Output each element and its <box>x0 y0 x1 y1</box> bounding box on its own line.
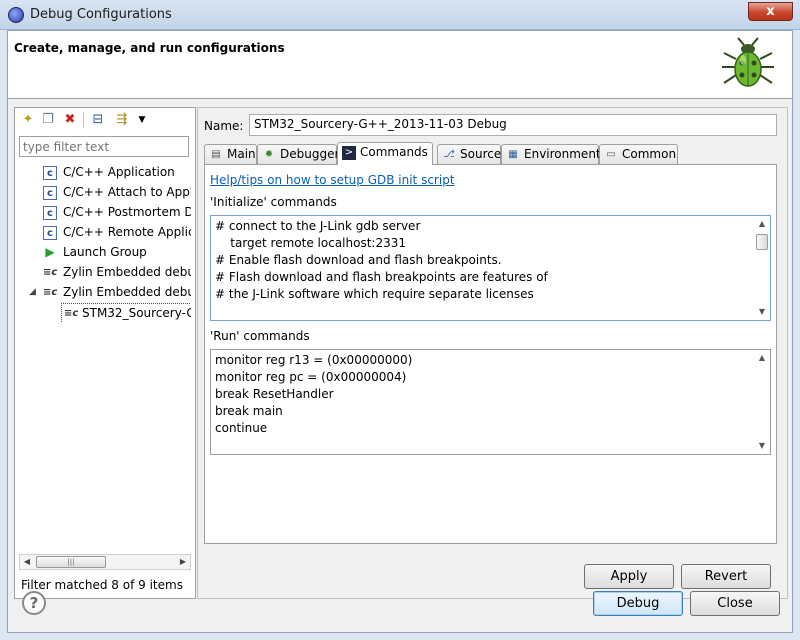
config-tabs: ▤ Main ✹ Debugger > Commands ⎇ Source ▦ Envir… <box>204 142 777 165</box>
window-close-button[interactable]: x <box>748 2 793 21</box>
init-vertical-scrollbar[interactable]: ▲ ▼ <box>754 216 770 320</box>
scroll-down-icon[interactable]: ▼ <box>754 439 770 453</box>
scroll-down-icon[interactable]: ▼ <box>754 305 770 319</box>
c-config-icon: c <box>43 225 57 240</box>
run-line: break ResetHandler <box>215 387 334 401</box>
tree-item-cpp-application[interactable]: c C/C++ Application <box>43 163 191 182</box>
source-tab-icon: ⎇ <box>443 148 455 160</box>
configuration-list-panel: ✦ ❐ ✖ ⊟ ⇶ ▼ cC/C++ Application cC/C++ At… <box>14 107 196 599</box>
environment-tab-icon: ▦ <box>508 148 518 160</box>
expand-twisty-icon[interactable]: ◢ <box>29 287 36 297</box>
debug-button[interactable]: Debug <box>593 591 683 616</box>
dialog-client: Create, manage, and run configurations ✦… <box>7 30 793 633</box>
run-line: continue <box>215 421 268 435</box>
run-line: monitor reg r13 = (0x00000000) <box>215 353 413 367</box>
scroll-thumb[interactable]: ||| <box>36 556 106 568</box>
init-line: # Flash download and flash breakpoints a… <box>215 270 548 284</box>
help-icon[interactable]: ? <box>22 591 46 615</box>
configuration-editor: Name: STM32_Sourcery-G++_2013-11-03 Debu… <box>197 107 788 599</box>
common-tab-icon: ▭ <box>606 148 616 160</box>
gdb-help-link[interactable]: Help/tips on how to setup GDB init scrip… <box>210 173 455 187</box>
c-config-icon: c <box>43 185 57 200</box>
tree-horizontal-scrollbar[interactable]: ◀ ||| ▶ <box>19 554 191 570</box>
init-line: # connect to the J-Link gdb server <box>215 219 421 233</box>
tab-commands[interactable]: > Commands <box>337 142 433 165</box>
debugger-tab-icon: ✹ <box>264 148 274 160</box>
config-name-input[interactable]: STM32_Sourcery-G++_2013-11-03 Debug <box>249 114 777 136</box>
main-tab-icon: ▤ <box>211 148 221 160</box>
scroll-thumb[interactable] <box>756 234 768 250</box>
revert-button[interactable]: Revert <box>681 564 771 589</box>
tree-item-cpp-attach[interactable]: cC/C++ Attach to Application <box>43 183 191 202</box>
config-tree: cC/C++ Application cC/C++ Attach to Appl… <box>15 163 191 523</box>
collapse-all-icon[interactable]: ⊟ <box>89 111 107 129</box>
banner: Create, manage, and run configurations <box>8 31 792 99</box>
zylin-icon: ≡c <box>43 286 58 298</box>
init-line: # the J-Link software which require sepa… <box>215 287 534 301</box>
c-config-icon: c <box>43 205 57 220</box>
banner-title: Create, manage, and run configurations <box>14 41 285 55</box>
config-toolbar: ✦ ❐ ✖ ⊟ ⇶ ▼ <box>17 110 193 130</box>
close-button[interactable]: Close <box>690 591 780 616</box>
eclipse-icon <box>8 7 24 23</box>
run-line: monitor reg pc = (0x00000004) <box>215 370 407 384</box>
tab-debugger[interactable]: ✹ Debugger <box>257 144 339 164</box>
commands-tab-content: Help/tips on how to setup GDB init scrip… <box>204 164 777 544</box>
name-label: Name: <box>204 119 244 133</box>
tab-common[interactable]: ▭ Common <box>599 144 678 164</box>
launch-group-icon: ▶ <box>45 244 55 259</box>
tree-item-cpp-remote[interactable]: cC/C++ Remote Application <box>43 223 191 242</box>
scroll-up-icon[interactable]: ▲ <box>754 351 770 365</box>
bug-icon <box>722 37 774 87</box>
apply-button[interactable]: Apply <box>584 564 674 589</box>
init-commands-label: 'Initialize' commands <box>210 195 337 209</box>
run-line: break main <box>215 404 283 418</box>
scroll-left-icon[interactable]: ◀ <box>20 555 34 569</box>
tree-item-zylin-cygwin[interactable]: ≡cZylin Embedded debug (Cygwin) <box>43 263 191 282</box>
run-commands-label: 'Run' commands <box>210 329 310 343</box>
filter-input[interactable] <box>19 136 189 157</box>
zylin-icon: ≡c <box>43 266 58 278</box>
tree-item-launch-group[interactable]: ▶ Launch Group <box>43 243 191 262</box>
tree-item-stm32-debug[interactable]: ≡cSTM32_Sourcery-G++_2013-11-03 Debug <box>61 303 191 322</box>
tab-main[interactable]: ▤ Main <box>204 144 257 164</box>
chevron-down-icon[interactable]: ▼ <box>133 111 151 129</box>
toolbar-separator <box>83 112 84 128</box>
scroll-up-icon[interactable]: ▲ <box>754 217 770 231</box>
tree-item-cpp-postmortem[interactable]: cC/C++ Postmortem Debugger <box>43 203 191 222</box>
duplicate-config-icon[interactable]: ❐ <box>39 111 57 129</box>
zylin-icon: ≡c <box>64 307 79 319</box>
scroll-right-icon[interactable]: ▶ <box>176 555 190 569</box>
selection-highlight: ≡cSTM32_Sourcery-G++_2013-11-03 Debug <box>61 303 191 322</box>
run-vertical-scrollbar[interactable]: ▲ ▼ <box>754 350 770 454</box>
tab-source[interactable]: ⎇ Source <box>437 144 501 164</box>
tree-item-zylin-native[interactable]: ≡cZylin Embedded debug (Native) <box>43 283 191 302</box>
delete-config-icon[interactable]: ✖ <box>61 111 79 129</box>
window-title: Debug Configurations <box>30 7 172 22</box>
tab-environment[interactable]: ▦ Environment <box>501 144 601 164</box>
filter-status: Filter matched 8 of 9 items <box>21 578 183 592</box>
init-line: target remote localhost:2331 <box>215 236 406 250</box>
init-line: # Enable flash download and flash breakp… <box>215 253 502 267</box>
new-config-icon[interactable]: ✦ <box>19 111 37 129</box>
run-commands-textarea[interactable]: monitor reg r13 = (0x00000000) monitor r… <box>210 349 771 455</box>
filter-config-icon[interactable]: ⇶ <box>113 111 131 129</box>
c-config-icon: c <box>43 165 57 180</box>
title-bar: Debug Configurations x <box>0 0 800 30</box>
commands-tab-icon: > <box>342 145 356 160</box>
init-commands-textarea[interactable]: # connect to the J-Link gdb server targe… <box>210 215 771 321</box>
